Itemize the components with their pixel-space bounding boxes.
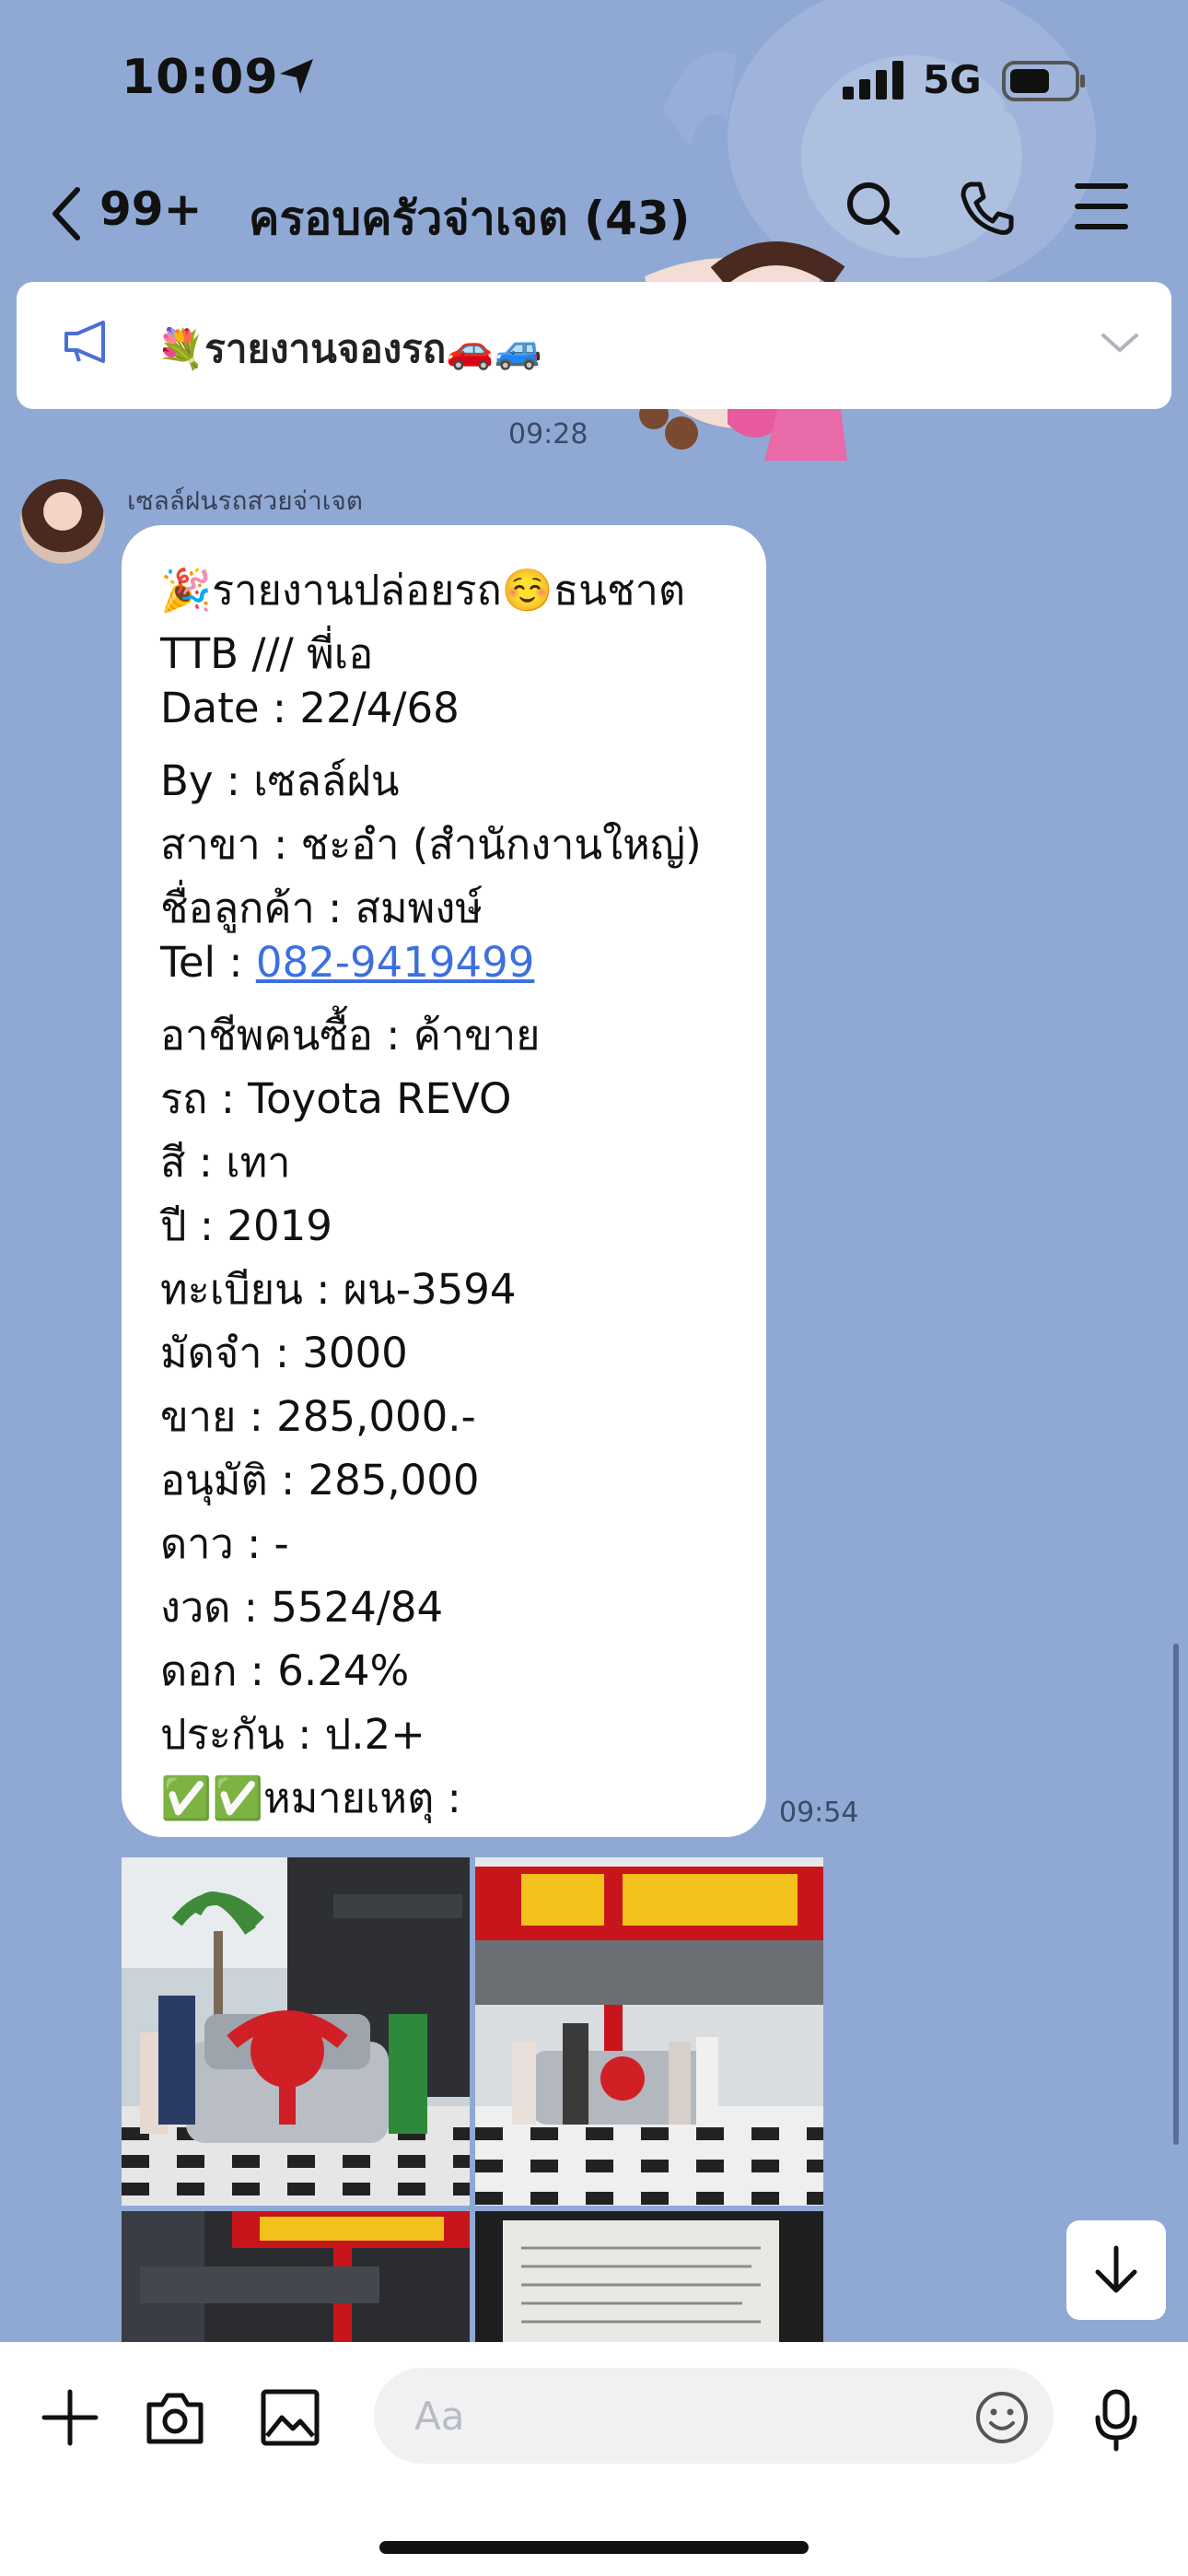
location-arrow-icon [280, 59, 313, 94]
message-line: By : เซลล์ฝน [160, 756, 400, 805]
message-line: ประกัน : ป.2+ [160, 1710, 425, 1759]
message-line: อนุมัติ : 285,000 [160, 1456, 480, 1505]
message-line: สี : เทา [160, 1138, 291, 1187]
status-bar: 10:09 5G [0, 0, 1188, 157]
chat-header: 99+ ครอบครัวจ่าเจต (43) [0, 175, 1188, 249]
photo-grid [122, 1857, 823, 2346]
announcement-text: 💐รายงานจองรถ🚗🚙 [157, 326, 542, 371]
plus-icon[interactable] [41, 2388, 99, 2447]
message-line: ชื่อลูกค้า : สมพงษ์ [160, 884, 483, 932]
photo-thumbnail[interactable] [122, 2211, 470, 2346]
timestamp: 09:28 [508, 418, 588, 451]
sender-name: เซลล์ฝนรถสวยจ่าเจต [127, 486, 363, 516]
back-icon[interactable] [48, 184, 85, 243]
pinned-announcement[interactable]: 💐รายงานจองรถ🚗🚙 [17, 282, 1171, 409]
menu-icon[interactable] [1074, 179, 1129, 234]
message-line: ขาย : 285,000.- [160, 1392, 476, 1441]
photo-thumbnail[interactable] [475, 2211, 823, 2346]
message-line: TTB /// พี่เอ [160, 629, 374, 678]
message-line: งวด : 5524/84 [160, 1583, 444, 1632]
message-line: ดอก : 6.24% [160, 1646, 410, 1695]
message-line: อาชีพคนซื้อ : ค้าขาย [160, 1011, 541, 1060]
megaphone-icon [64, 321, 105, 363]
message-line: มัดจำ : 3000 [160, 1329, 408, 1377]
arrow-down-icon [1095, 2245, 1137, 2293]
photo-thumbnail[interactable] [475, 1857, 823, 2206]
message-line: 🎉รายงานปล่อยรถ☺️ธนชาต [160, 566, 686, 615]
battery-icon [1002, 61, 1085, 101]
scrollbar[interactable] [1173, 1644, 1179, 2145]
image-icon[interactable] [260, 2388, 320, 2447]
message-line: ✅✅หมายเหตุ : [160, 1774, 461, 1822]
camera-icon[interactable] [144, 2388, 206, 2447]
message-input-placeholder: Aa [414, 2394, 465, 2439]
message-line: ดาว : - [160, 1519, 289, 1568]
microphone-icon[interactable] [1092, 2388, 1140, 2453]
cellular-signal-icon [843, 61, 903, 100]
scroll-to-bottom-button[interactable] [1066, 2220, 1166, 2320]
message-line: ทะเบียน : ผน-3594 [160, 1265, 517, 1314]
message-line: สาขา : ชะอำ (สำนักงานใหญ่) [160, 820, 702, 869]
message-line: รถ : Toyota REVO [160, 1074, 512, 1123]
phone-icon[interactable] [958, 179, 1017, 238]
tel-label: Tel : [160, 938, 256, 987]
emoji-icon[interactable] [974, 2390, 1030, 2445]
chat-title[interactable]: ครอบครัวจ่าเจต (43) [249, 182, 690, 255]
message-line: ปี : 2019 [160, 1201, 332, 1250]
photo-thumbnail[interactable] [122, 1857, 470, 2206]
home-indicator [379, 2541, 809, 2554]
message-input[interactable]: Aa [374, 2368, 1054, 2464]
avatar[interactable] [20, 479, 105, 564]
message-line: Date : 22/4/68 [160, 684, 460, 732]
timestamp: 09:54 [779, 1797, 859, 1829]
unread-count[interactable]: 99+ [99, 182, 202, 236]
network-type: 5G [923, 57, 982, 102]
chevron-down-icon[interactable] [1100, 330, 1140, 356]
search-icon[interactable] [844, 179, 903, 238]
phone-link[interactable]: 082-9419499 [256, 938, 535, 987]
message-line-tel: Tel : 082-9419499 [160, 938, 534, 987]
message-bubble[interactable]: 🎉รายงานปล่อยรถ☺️ธนชาต TTB /// พี่เอ Date… [122, 525, 766, 1837]
status-time: 10:09 [122, 50, 279, 105]
